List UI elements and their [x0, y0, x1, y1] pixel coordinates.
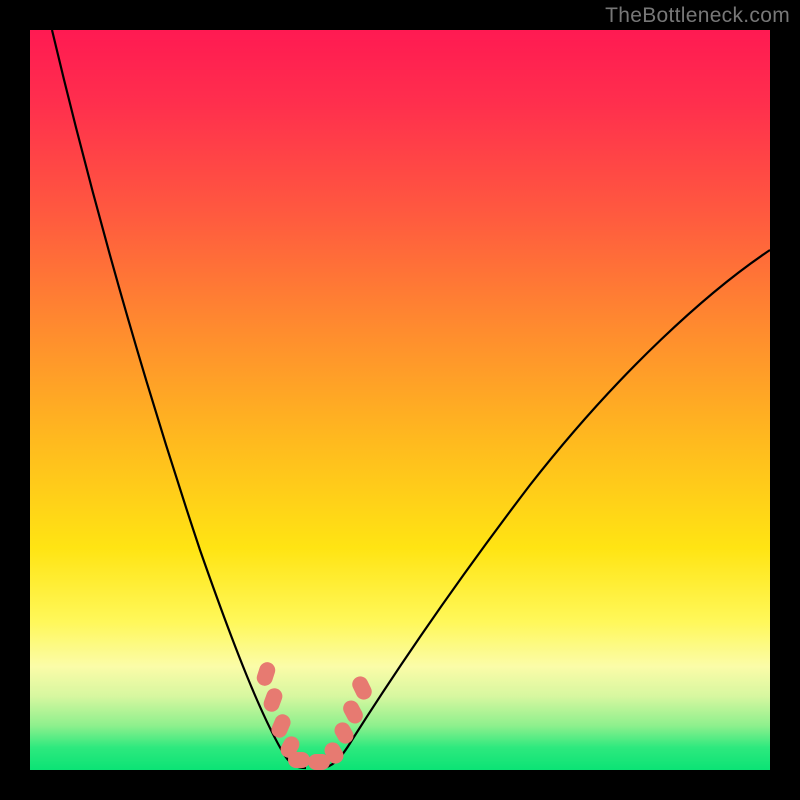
chart-frame: TheBottleneck.com: [0, 0, 800, 800]
plot-area: [30, 30, 770, 770]
marker-cluster-right: [322, 674, 375, 767]
left-curve: [52, 30, 306, 768]
right-curve: [322, 250, 770, 768]
marker-valley-floor: [288, 752, 330, 770]
watermark-text: TheBottleneck.com: [605, 4, 790, 28]
curve-overlay: [30, 30, 770, 770]
